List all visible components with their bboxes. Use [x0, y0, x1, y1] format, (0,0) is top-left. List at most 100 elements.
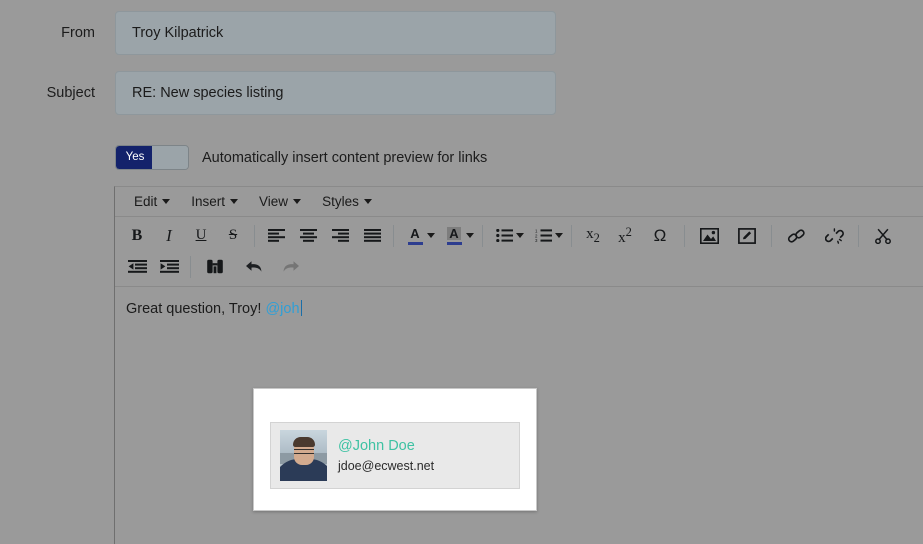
menu-styles[interactable]: Styles — [313, 191, 381, 213]
text-color-icon: A — [407, 225, 423, 245]
indent-button[interactable] — [153, 253, 185, 281]
find-replace-button[interactable] — [196, 253, 234, 281]
toolbar-divider — [190, 255, 191, 278]
chevron-down-icon[interactable] — [427, 233, 435, 238]
strikethrough-button[interactable]: S — [217, 222, 249, 250]
mention-autocomplete-popup: @John Doe jdoe@ecwest.net — [253, 388, 537, 511]
email-compose-page: From Troy Kilpatrick Subject RE: New spe… — [0, 0, 923, 544]
chevron-down-icon[interactable] — [466, 233, 474, 238]
remove-link-button[interactable] — [815, 222, 853, 250]
image-icon — [699, 227, 719, 244]
subscript-base: x — [586, 225, 594, 242]
align-right-button[interactable] — [324, 222, 356, 250]
subject-input[interactable]: RE: New species listing — [115, 71, 556, 115]
align-right-icon — [331, 229, 349, 242]
background-color-icon: A — [446, 225, 462, 245]
bold-icon: B — [131, 226, 143, 244]
toolbar-divider — [393, 224, 394, 247]
superscript-base: x — [618, 229, 626, 246]
editor-body[interactable]: Great question, Troy! @joh @John Doe jdo… — [115, 287, 923, 544]
cut-button[interactable] — [864, 222, 902, 250]
subscript-button[interactable]: x2 — [577, 222, 609, 250]
align-left-icon — [267, 229, 285, 242]
link-icon — [787, 228, 805, 243]
unlink-icon — [824, 227, 844, 244]
content-preview-toggle-row: Yes Automatically insert content preview… — [115, 145, 487, 170]
body-text-plain: Great question, Troy! — [126, 301, 266, 317]
insert-link-button[interactable] — [777, 222, 815, 250]
italic-icon: I — [166, 225, 172, 245]
underline-button[interactable]: U — [185, 222, 217, 250]
svg-text:3: 3 — [535, 238, 538, 242]
menu-edit[interactable]: Edit — [125, 191, 179, 213]
editor-menubar: Edit Insert View Styles — [115, 187, 923, 217]
align-justify-button[interactable] — [356, 222, 388, 250]
avatar — [280, 430, 327, 481]
rich-text-editor: Edit Insert View Styles B I U S A A 1 2 … — [114, 186, 923, 544]
background-color-letter: A — [447, 225, 461, 241]
italic-button[interactable]: I — [153, 222, 185, 250]
superscript-icon: x2 — [618, 225, 632, 247]
mention-suggestion-name: @John Doe — [338, 438, 415, 454]
align-center-icon — [299, 229, 317, 242]
mention-query-text: @joh — [265, 301, 300, 317]
chevron-down-icon — [230, 198, 239, 204]
menu-insert-label: Insert — [191, 193, 226, 209]
glasses-icon — [294, 449, 314, 454]
toolbar-divider — [254, 224, 255, 247]
toolbar-row-secondary — [115, 251, 923, 282]
align-center-button[interactable] — [292, 222, 324, 250]
menu-view-label: View — [259, 193, 289, 209]
editor-toolbar: B I U S A A 1 2 3 x2 x2 Ω — [115, 217, 923, 287]
menu-styles-label: Styles — [322, 193, 359, 209]
chevron-down-icon — [162, 198, 171, 204]
align-justify-icon — [363, 229, 381, 242]
mention-suggestion-text: @John Doe jdoe@ecwest.net — [338, 438, 434, 473]
mention-suggestion-email: jdoe@ecwest.net — [338, 459, 435, 473]
menu-view[interactable]: View — [250, 191, 310, 213]
toolbar-divider — [684, 224, 685, 247]
numbered-list-icon: 1 2 3 — [535, 229, 552, 242]
editor-body-text: Great question, Troy! @joh — [126, 299, 923, 319]
toolbar-divider — [858, 224, 859, 247]
content-preview-toggle-caption: Automatically insert content preview for… — [202, 149, 488, 166]
menu-edit-label: Edit — [134, 193, 158, 209]
content-preview-toggle[interactable]: Yes — [115, 145, 189, 170]
subscript-index: 2 — [593, 230, 600, 245]
edit-source-button[interactable] — [728, 222, 766, 250]
text-color-letter: A — [410, 225, 420, 241]
redo-button[interactable] — [272, 253, 310, 281]
align-left-button[interactable] — [260, 222, 292, 250]
avatar-hair — [293, 437, 315, 447]
from-input[interactable]: Troy Kilpatrick — [115, 11, 556, 55]
redo-icon — [283, 261, 299, 272]
background-color-swatch — [446, 241, 462, 245]
outdent-button[interactable] — [121, 253, 153, 281]
menu-insert[interactable]: Insert — [182, 191, 247, 213]
strikethrough-icon: S — [228, 227, 238, 243]
mention-suggestion-item[interactable]: @John Doe jdoe@ecwest.net — [270, 422, 520, 489]
from-row: From Troy Kilpatrick — [0, 11, 923, 55]
superscript-index: 2 — [625, 224, 632, 239]
toggle-state-label: Yes — [116, 146, 154, 169]
edit-pencil-icon — [738, 227, 756, 244]
toolbar-row-primary: B I U S A A 1 2 3 x2 x2 Ω — [115, 220, 923, 251]
toolbar-divider — [771, 224, 772, 247]
undo-icon — [245, 261, 261, 272]
toolbar-divider — [482, 224, 483, 247]
subscript-icon: x2 — [586, 226, 600, 246]
superscript-button[interactable]: x2 — [609, 222, 641, 250]
text-color-swatch — [407, 241, 423, 245]
binoculars-icon — [207, 259, 223, 274]
outdent-icon — [127, 260, 147, 273]
from-label: From — [61, 25, 95, 41]
bullet-list-icon — [495, 229, 513, 242]
undo-button[interactable] — [234, 253, 272, 281]
insert-image-button[interactable] — [690, 222, 728, 250]
chevron-down-icon — [293, 198, 302, 204]
special-character-button[interactable]: Ω — [641, 222, 679, 250]
chevron-down-icon[interactable] — [516, 233, 524, 238]
bold-button[interactable]: B — [121, 222, 153, 250]
chevron-down-icon[interactable] — [555, 233, 563, 238]
toggle-knob — [152, 146, 188, 169]
